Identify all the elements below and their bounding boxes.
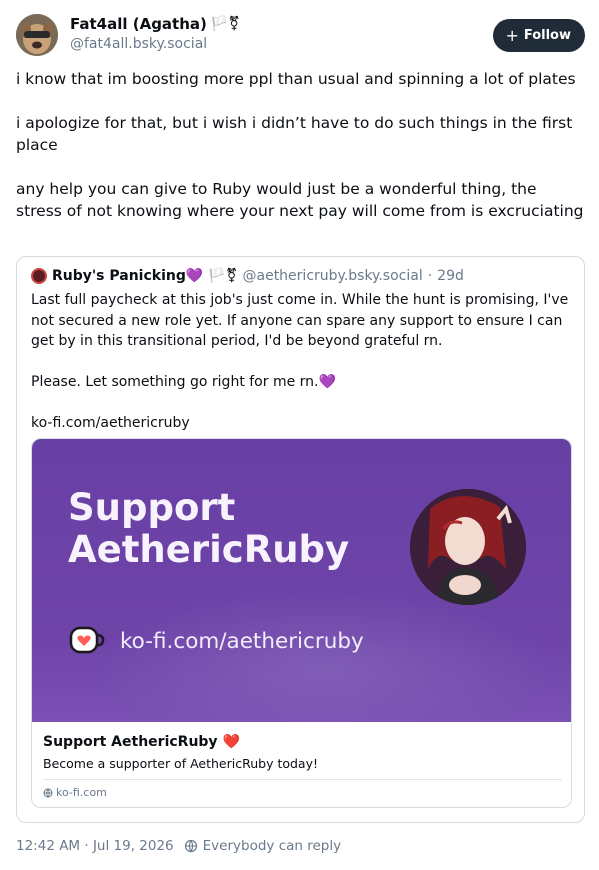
quoted-author-handle[interactable]: @aethericruby.bsky.social [243, 268, 423, 284]
quoted-post-age: 29d [437, 268, 464, 284]
post-paragraph: i apologize for that, but i wish i didn’… [16, 114, 573, 154]
link-preview-title-text: Support AethericRuby [43, 734, 218, 750]
quoted-paragraph-text: Please. Let something go right for me rn… [31, 374, 319, 390]
link-preview-title: Support AethericRuby ❤️ [43, 734, 240, 750]
post-footer: 12:42 AM · Jul 19, 2026 Everybody can re… [16, 838, 341, 854]
quoted-author-flags: 🏳️⚧ [208, 268, 238, 284]
author-name-block: Fat4all (Agatha) 🏳️⚧ @fat4all.bsky.socia… [70, 15, 240, 52]
quoted-post-body: Last full paycheck at this job's just co… [31, 290, 571, 454]
card-image-title: Support AethericRuby [68, 487, 349, 571]
link-preview-domain: ko-fi.com [43, 786, 107, 799]
quoted-link-text[interactable]: ko-fi.com/aethericruby [31, 413, 571, 434]
plus-icon: + [505, 25, 519, 45]
quoted-paragraph: Please. Let something go right for me rn… [31, 372, 571, 393]
globe-icon [43, 788, 53, 798]
post-timestamp[interactable]: 12:42 AM · Jul 19, 2026 [16, 838, 174, 854]
post-header: Fat4all (Agatha) 🏳️⚧ @fat4all.bsky.socia… [16, 14, 585, 58]
purple-heart-icon: 💜 [318, 374, 336, 390]
link-preview-domain-text: ko-fi.com [56, 786, 107, 799]
link-preview-description: Become a supporter of AethericRuby today… [43, 756, 318, 771]
author-display-name[interactable]: Fat4all (Agatha) 🏳️⚧ [70, 15, 240, 33]
quoted-author-name[interactable]: Ruby's Panicking💜 [52, 268, 203, 284]
follow-label: Follow [523, 28, 571, 43]
post-body: i know that im boosting more ppl than us… [16, 68, 585, 244]
author-flags-emoji: 🏳️⚧ [210, 16, 241, 32]
quoted-post[interactable]: Ruby's Panicking💜 🏳️⚧ @aethericruby.bsky… [16, 256, 585, 823]
reply-setting-label: Everybody can reply [202, 838, 342, 854]
follow-button[interactable]: + Follow [493, 19, 585, 52]
post-paragraph: i know that im boosting more ppl than us… [16, 70, 576, 88]
quoted-post-header: Ruby's Panicking💜 🏳️⚧ @aethericruby.bsky… [31, 268, 464, 284]
link-preview-image: Support AethericRuby ko-fi.com/aethericr… [32, 439, 571, 749]
kofi-cup-icon [69, 626, 105, 654]
author-handle[interactable]: @fat4all.bsky.social [70, 36, 240, 52]
post-paragraph: any help you can give to Ruby would just… [16, 180, 584, 220]
divider [43, 779, 562, 780]
card-image-url: ko-fi.com/aethericruby [120, 629, 364, 654]
quoted-paragraph: Last full paycheck at this job's just co… [31, 292, 569, 349]
author-name-text: Fat4all (Agatha) [70, 15, 207, 33]
quoted-author-name-text: Ruby's Panicking [52, 268, 186, 284]
globe-reply-icon [184, 839, 197, 853]
card-image-title-line: AethericRuby [68, 528, 350, 571]
link-preview-info: Support AethericRuby ❤️ Become a support… [32, 722, 571, 807]
quoted-author-avatar[interactable] [31, 268, 47, 284]
author-avatar[interactable] [16, 14, 58, 56]
card-image-title-line: Support [68, 486, 236, 529]
reply-setting[interactable]: Everybody can reply [184, 838, 341, 854]
link-preview-card[interactable]: Support AethericRuby ko-fi.com/aethericr… [31, 438, 572, 808]
purple-heart-icon: 💜 [185, 268, 204, 284]
meta-separator: · [427, 268, 433, 284]
creator-portrait [410, 489, 526, 605]
red-heart-icon: ❤️ [222, 734, 240, 750]
